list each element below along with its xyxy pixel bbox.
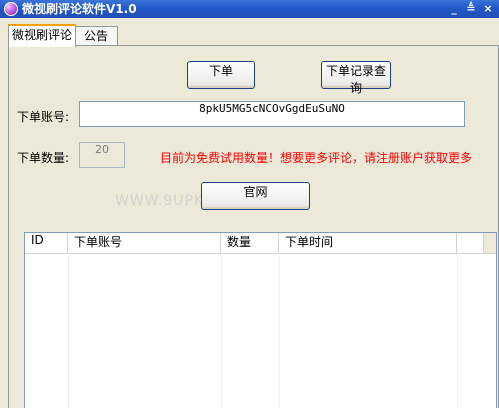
app-window: 微视刷评论软件V1.0 _ ≜ × 微视刷评论 公告 下单 下单记录查询 下单账…	[0, 0, 499, 408]
minimize-button[interactable]: _	[446, 1, 462, 16]
grid-divider	[279, 253, 280, 408]
grid-divider	[457, 253, 458, 408]
quantity-label: 下单数量:	[17, 151, 70, 165]
order-button[interactable]: 下单	[187, 61, 255, 89]
trial-notice: 目前为免费试用数量！想要更多评论，请注册账户获取更多	[160, 151, 473, 165]
table-header: ID 下单账号 数量 下单时间	[25, 233, 496, 254]
account-label: 下单账号:	[17, 110, 70, 124]
order-history-button[interactable]: 下单记录查询	[321, 61, 391, 95]
column-header-account[interactable]: 下单账号	[68, 233, 221, 253]
website-button[interactable]: 官网	[201, 182, 310, 210]
column-header-quantity[interactable]: 数量	[221, 233, 279, 253]
app-icon	[4, 2, 18, 16]
grid-divider	[221, 253, 222, 408]
column-header-id[interactable]: ID	[25, 233, 68, 253]
title-bar: 微视刷评论软件V1.0 _ ≜ ×	[0, 0, 499, 18]
window-title: 微视刷评论软件V1.0	[22, 2, 137, 16]
tab-comments[interactable]: 微视刷评论	[8, 24, 76, 47]
grid-divider	[68, 253, 69, 408]
table-scroll-stub[interactable]	[483, 233, 496, 253]
tab-announcement[interactable]: 公告	[74, 26, 118, 46]
restore-button[interactable]: ≜	[463, 1, 479, 16]
close-button[interactable]: ×	[480, 1, 496, 16]
quantity-field[interactable]: 20	[79, 142, 125, 168]
column-header-time[interactable]: 下单时间	[279, 233, 457, 253]
order-table[interactable]: ID 下单账号 数量 下单时间	[24, 232, 497, 408]
account-field[interactable]: 8pkU5MG5cNCOvGgdEuSuNO	[79, 101, 465, 127]
